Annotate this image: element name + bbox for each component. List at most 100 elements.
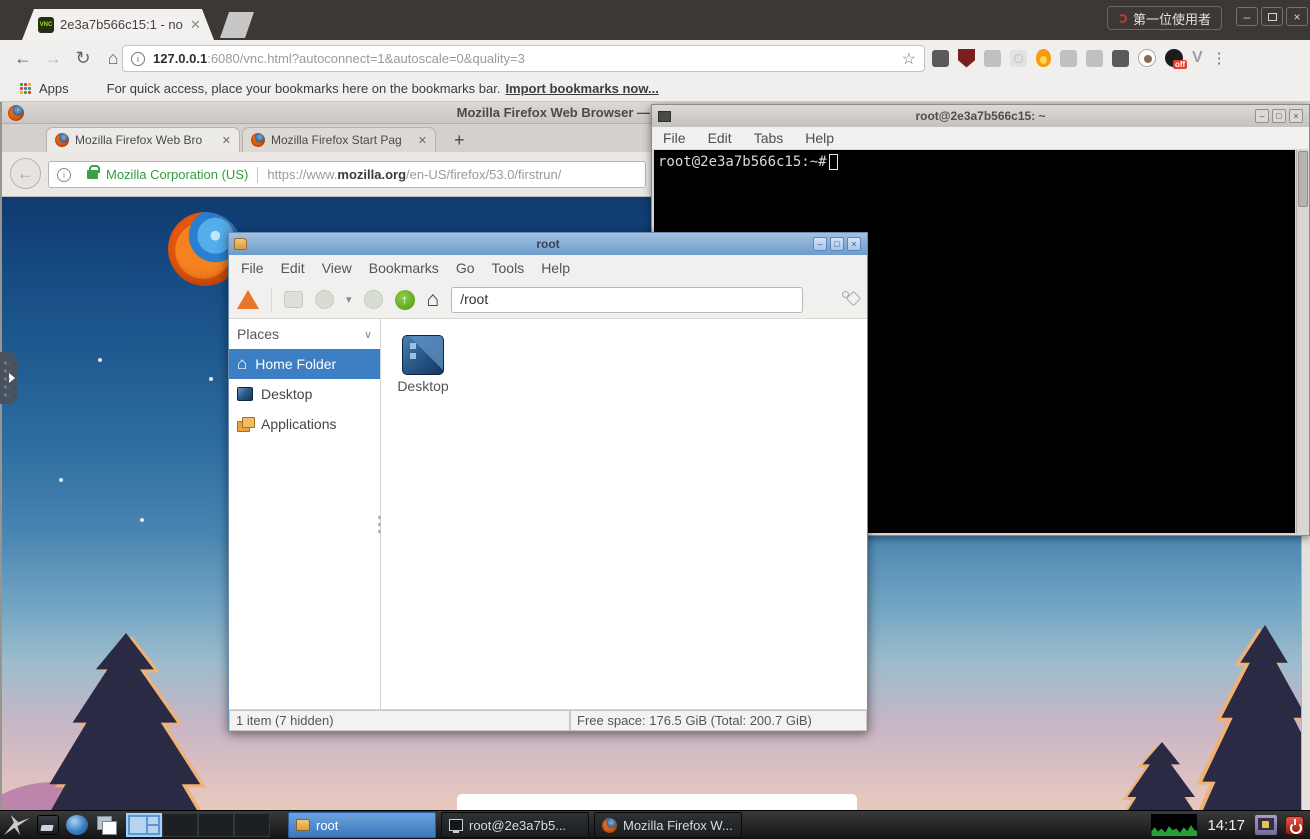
- import-bookmarks-link[interactable]: Import bookmarks now...: [505, 81, 658, 96]
- task-button-root[interactable]: root: [288, 812, 436, 838]
- extension-puzzle-icon[interactable]: [1086, 50, 1103, 67]
- window-minimize-button[interactable]: –: [1236, 7, 1258, 26]
- fm-menu-edit[interactable]: Edit: [281, 260, 305, 276]
- fm-menu-help[interactable]: Help: [541, 260, 570, 276]
- extension-puzzle-icon[interactable]: [932, 50, 949, 67]
- new-tab-button[interactable]: [220, 12, 254, 38]
- terminal-icon: [449, 819, 463, 831]
- window-close-button[interactable]: ×: [1286, 7, 1308, 26]
- file-manager-launcher-icon[interactable]: [37, 815, 59, 835]
- reload-icon[interactable]: ↻: [68, 48, 98, 69]
- fm-menu-go[interactable]: Go: [456, 260, 475, 276]
- firefox-tab-active[interactable]: Mozilla Firefox Web Bro ✕: [46, 127, 240, 152]
- task-label: root: [316, 818, 338, 833]
- pager-desktop-3[interactable]: [198, 813, 234, 837]
- extension-puzzle-icon[interactable]: [984, 50, 1001, 67]
- clock[interactable]: 14:17: [1207, 817, 1245, 834]
- address-input[interactable]: /root: [451, 287, 803, 313]
- sidebar-item-home-folder[interactable]: ⌂ Home Folder: [229, 349, 380, 379]
- browser-menu-icon[interactable]: ⋮: [1212, 56, 1222, 61]
- proxy-extension-icon[interactable]: off: [1165, 49, 1183, 67]
- start-menu-icon[interactable]: [4, 815, 30, 835]
- vimium-extension-icon[interactable]: V: [1192, 49, 1203, 67]
- firefox-url-bar[interactable]: i Mozilla Corporation (US) https://www.m…: [48, 161, 646, 188]
- screen: VNC 2e3a7b566c15:1 - no ✕ 第一位使用者 – × ← →…: [0, 0, 1310, 839]
- task-button-firefox[interactable]: Mozilla Firefox W...: [594, 812, 742, 838]
- fm-menu-view[interactable]: View: [322, 260, 352, 276]
- terminal-titlebar[interactable]: root@2e3a7b566c15: ~ – □ ×: [652, 105, 1309, 127]
- sidebar-item-desktop[interactable]: Desktop: [229, 379, 380, 409]
- bookmark-star-icon[interactable]: ☆: [902, 49, 916, 69]
- chevron-down-icon: ∨: [364, 328, 372, 341]
- pager-desktop-2[interactable]: [162, 813, 198, 837]
- pager-desktop-4[interactable]: [234, 813, 270, 837]
- forward-icon[interactable]: →: [38, 48, 68, 69]
- warning-icon[interactable]: [237, 290, 259, 309]
- window-maximize-button[interactable]: [1261, 7, 1283, 26]
- apps-label[interactable]: Apps: [39, 81, 69, 96]
- profile-badge[interactable]: 第一位使用者: [1107, 6, 1222, 30]
- task-button-terminal[interactable]: root@2e3a7b5...: [441, 812, 589, 838]
- firefox-new-tab-button[interactable]: +: [454, 130, 465, 151]
- terminal-menu-edit[interactable]: Edit: [708, 130, 732, 146]
- up-directory-icon[interactable]: ↑: [395, 290, 415, 310]
- forward-icon[interactable]: [364, 290, 383, 309]
- fm-menu-file[interactable]: File: [241, 260, 264, 276]
- folder-icon: [296, 819, 310, 831]
- signup-card: By proceeding, you agree to the Terms of…: [457, 794, 857, 810]
- apps-grid-icon[interactable]: [20, 83, 31, 94]
- home-icon[interactable]: ⌂: [427, 290, 440, 310]
- file-item-desktop[interactable]: Desktop: [391, 335, 455, 394]
- star-dot: [98, 358, 102, 362]
- star-dot: [140, 518, 144, 522]
- firefox-tab-inactive[interactable]: Mozilla Firefox Start Pag ✕: [242, 127, 436, 152]
- minimize-all-icon[interactable]: [95, 815, 117, 835]
- extension-puzzle-icon[interactable]: [1112, 50, 1129, 67]
- browser-tab[interactable]: VNC 2e3a7b566c15:1 - no ✕: [22, 9, 214, 40]
- fm-menu-bookmarks[interactable]: Bookmarks: [369, 260, 439, 276]
- url-text: 127.0.0.1:6080/vnc.html?autoconnect=1&au…: [153, 51, 525, 66]
- terminal-maximize-button[interactable]: □: [1272, 109, 1286, 123]
- address-bar[interactable]: i 127.0.0.1:6080/vnc.html?autoconnect=1&…: [122, 45, 925, 72]
- terminal-menu-help[interactable]: Help: [805, 130, 834, 146]
- extension-row: off V ⋮: [932, 44, 1222, 72]
- pager-desktop-1[interactable]: [126, 813, 162, 837]
- places-dropdown[interactable]: Places ∨: [229, 319, 380, 349]
- back-icon[interactable]: [315, 290, 334, 309]
- terminal-menu-tabs[interactable]: Tabs: [754, 130, 784, 146]
- terminal-minimize-button[interactable]: –: [1255, 109, 1269, 123]
- terminal-menu-file[interactable]: File: [663, 130, 686, 146]
- terminal-close-button[interactable]: ×: [1289, 109, 1303, 123]
- novnc-control-handle[interactable]: [0, 352, 17, 404]
- chat-extension-icon[interactable]: [1138, 49, 1156, 67]
- chevron-down-icon[interactable]: ▾: [346, 293, 352, 306]
- firefox-back-button[interactable]: ←: [10, 158, 41, 189]
- update-icon: [1118, 14, 1127, 23]
- toolbar-extra-icon[interactable]: [841, 291, 859, 309]
- fm-menu-tools[interactable]: Tools: [492, 260, 525, 276]
- page-info-icon[interactable]: i: [131, 52, 145, 66]
- url-host: 127.0.0.1: [153, 51, 207, 66]
- terminal-scroll-thumb[interactable]: [1298, 151, 1308, 207]
- power-button-icon[interactable]: [1285, 816, 1304, 835]
- home-icon: ⌂: [237, 354, 247, 374]
- tab-close-icon[interactable]: ✕: [222, 134, 231, 147]
- new-tab-icon[interactable]: [284, 291, 303, 308]
- ublock-shield-icon[interactable]: [958, 49, 975, 68]
- tab-close-icon[interactable]: ✕: [190, 17, 201, 33]
- back-icon[interactable]: ←: [8, 48, 38, 69]
- browser-launcher-icon[interactable]: [66, 815, 88, 835]
- flame-extension-icon[interactable]: [1036, 49, 1051, 67]
- cpu-monitor[interactable]: [1151, 814, 1197, 836]
- off-badge: off: [1173, 60, 1187, 69]
- identity-label[interactable]: Mozilla Corporation (US): [106, 167, 248, 182]
- firefox-favicon-icon: [55, 133, 69, 147]
- atom-extension-icon[interactable]: [1010, 50, 1027, 67]
- tab-close-icon[interactable]: ✕: [418, 134, 427, 147]
- terminal-scrollbar[interactable]: [1296, 150, 1309, 533]
- file-manager-titlebar[interactable]: root – □ ×: [229, 233, 867, 255]
- sidebar-item-applications[interactable]: Applications: [229, 409, 380, 439]
- page-info-icon[interactable]: i: [57, 168, 71, 182]
- lock-screen-icon[interactable]: [1255, 815, 1277, 835]
- extension-puzzle-icon[interactable]: [1060, 50, 1077, 67]
